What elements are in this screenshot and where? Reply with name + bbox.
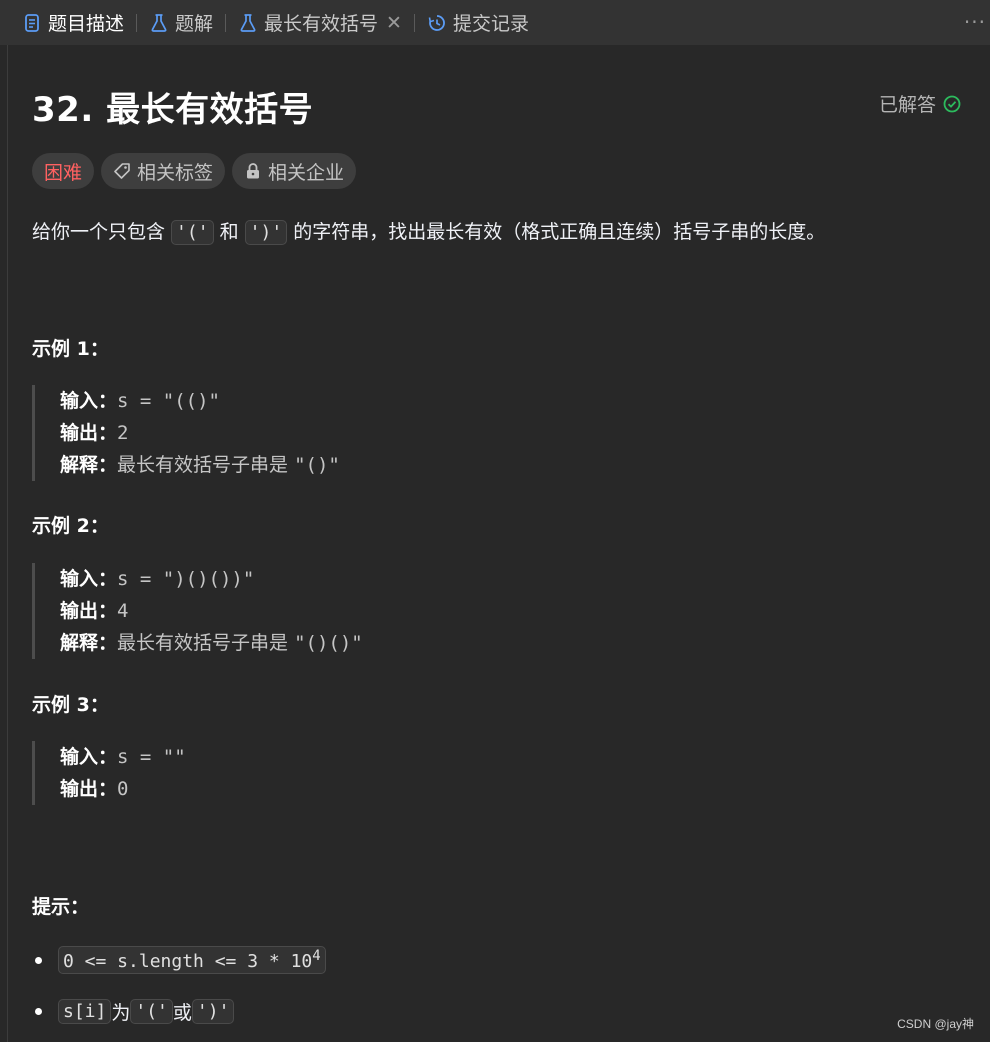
input-label: 输入：	[60, 568, 118, 590]
hint-text: 为	[111, 1002, 131, 1024]
bullet	[35, 956, 42, 964]
description-panel	[7, 45, 990, 1042]
solved-status: 已解答	[879, 90, 962, 117]
hint-text: 或	[172, 1002, 192, 1024]
tab-description[interactable]: 题目描述	[22, 0, 124, 45]
tab-bar: 题目描述 题解 最长有效括号 ✕ 提交记录 ···	[0, 0, 990, 45]
example-title: 示例 1：	[32, 338, 109, 360]
example-input: 输入：s = "(()"	[60, 385, 340, 417]
tag-row: 困难 相关标签 相关企业	[32, 153, 357, 189]
example-input: 输入：s = ""	[60, 741, 186, 773]
output-value: 0	[117, 778, 129, 800]
related-tags-button[interactable]: 相关标签	[101, 153, 226, 189]
input-value: s = ")()())"	[117, 568, 255, 590]
example-block: 输入：s = "" 输出：0	[32, 741, 186, 805]
example-output: 输出：4	[60, 595, 363, 627]
example-output: 输出：0	[60, 773, 186, 805]
close-icon[interactable]: ✕	[386, 12, 402, 34]
input-value: s = ""	[117, 746, 186, 768]
example-block: 输入：s = "(()" 输出：2 解释：最长有效括号子串是 "()"	[32, 385, 340, 481]
related-tags-label: 相关标签	[137, 161, 214, 184]
constraint-item: 0 <= s.length <= 3 * 104	[32, 946, 326, 974]
example-input: 输入：s = ")()())"	[60, 563, 363, 595]
flask-icon	[238, 13, 258, 33]
more-options-icon[interactable]: ···	[964, 10, 986, 34]
explain-text: 最长有效括号子串是	[117, 454, 295, 476]
input-label: 输入：	[60, 746, 118, 768]
example-output: 输出：2	[60, 417, 340, 449]
input-value: s = "(()"	[117, 390, 220, 412]
problem-description: 给你一个只包含 '(' 和 ')' 的字符串，找出最长有效（格式正确且连续）括号…	[32, 217, 825, 248]
tab-label: 提交记录	[452, 13, 529, 35]
history-icon	[427, 13, 447, 33]
input-label: 输入：	[60, 390, 118, 412]
tab-divider	[136, 13, 138, 32]
tag-icon	[114, 163, 130, 179]
code-text: 0 <= s.length <= 3 * 10	[63, 951, 313, 972]
bullet	[35, 1008, 42, 1015]
output-label: 输出：	[60, 600, 118, 622]
inline-code: s[i]	[58, 999, 112, 1024]
inline-code: 0 <= s.length <= 3 * 104	[58, 946, 326, 974]
example-block: 输入：s = ")()())" 输出：4 解释：最长有效括号子串是 "()()"	[32, 563, 363, 659]
example-explanation: 解释：最长有效括号子串是 "()()"	[60, 627, 363, 659]
tab-label: 最长有效括号	[264, 13, 379, 35]
explain-label: 解释：	[60, 454, 118, 476]
explain-code: "()()"	[294, 632, 363, 654]
output-label: 输出：	[60, 778, 118, 800]
related-companies-button[interactable]: 相关企业	[232, 153, 357, 189]
example-title: 示例 3：	[32, 694, 109, 716]
related-companies-label: 相关企业	[268, 161, 345, 184]
inline-code: ')'	[191, 999, 235, 1024]
check-circle-icon	[943, 95, 961, 112]
example-title: 示例 2：	[32, 515, 109, 537]
inline-code: '('	[130, 999, 173, 1024]
watermark: CSDN @jay神	[897, 1017, 974, 1031]
explain-text: 最长有效括号子串是	[117, 632, 295, 654]
constraints-title: 提示：	[32, 896, 90, 918]
output-label: 输出：	[60, 422, 118, 444]
inline-code: '('	[171, 220, 214, 245]
tab-label: 题解	[175, 13, 214, 35]
desc-text: 的字符串，找出最长有效（格式正确且连续）括号子串的长度。	[287, 221, 826, 243]
desc-text: 给你一个只包含	[32, 221, 172, 243]
explain-code: "()"	[294, 454, 340, 476]
page-title: 32. 最长有效括号	[32, 90, 314, 130]
inline-code: ')'	[244, 220, 288, 245]
difficulty-badge: 困难	[32, 153, 95, 189]
constraint-item: s[i] 为 '(' 或 ')'	[32, 998, 235, 1025]
tab-divider	[225, 13, 227, 32]
tab-submissions[interactable]: 提交记录	[427, 0, 529, 45]
tab-solutions[interactable]: 题解	[149, 0, 213, 45]
example-explanation: 解释：最长有效括号子串是 "()"	[60, 449, 340, 481]
tab-divider	[413, 13, 415, 32]
document-icon	[22, 13, 42, 33]
lock-icon	[247, 163, 260, 179]
explain-label: 解释：	[60, 632, 118, 654]
flask-icon	[149, 13, 169, 33]
tab-solution-detail[interactable]: 最长有效括号 ✕	[238, 0, 402, 45]
superscript: 4	[312, 948, 321, 964]
desc-text: 和	[213, 221, 245, 243]
tab-label: 题目描述	[48, 13, 125, 35]
output-value: 4	[117, 600, 129, 622]
output-value: 2	[117, 422, 129, 444]
solved-label: 已解答	[878, 94, 936, 116]
